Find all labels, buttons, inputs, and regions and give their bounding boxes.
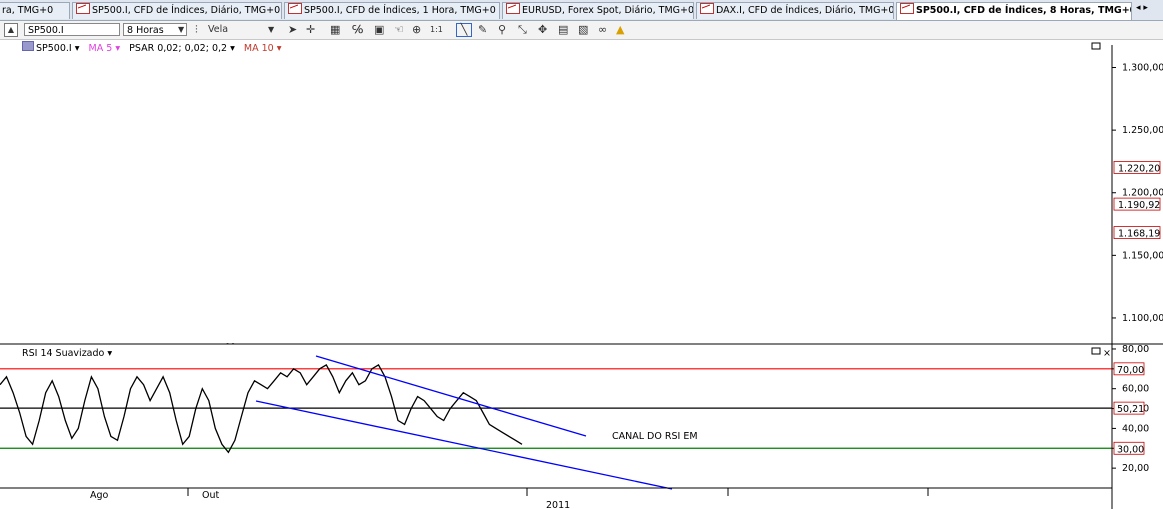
price-tick-label: 1.100,00 — [1122, 313, 1163, 324]
chart-style-label[interactable]: Vela — [208, 23, 228, 37]
tab-0-label: ra, TMG+0 — [2, 5, 54, 16]
cursor-icon[interactable]: ➤ — [288, 23, 297, 37]
rsi-tick-label: 60,00 — [1122, 384, 1149, 395]
ratio-icon[interactable]: 1:1 — [430, 23, 443, 37]
price-tick-label: 1.250,00 — [1122, 125, 1163, 136]
tab-scroll-arrows[interactable]: ◂ ▸ — [1136, 3, 1148, 13]
symbol-value: SP500.I — [28, 25, 64, 36]
window-icon[interactable]: ▣ — [374, 23, 384, 37]
tab-4[interactable]: DAX.I, CFD de Índices, Diário, TMG+0 — [696, 2, 894, 19]
price-tick-label: 1.300,00 — [1122, 63, 1163, 74]
fibonacci-icon[interactable]: ⚲ — [498, 23, 506, 37]
tab-2-label: SP500.I, CFD de Índices, 1 Hora, TMG+0 — [304, 5, 496, 16]
trendline-icon[interactable]: ╲ — [456, 23, 472, 37]
price-level-label: 1.168,19 — [1118, 229, 1160, 240]
rsi-level-label: 50,21 — [1117, 404, 1144, 415]
tab-3-label: EURUSD, Forex Spot, Diário, TMG+0 — [522, 5, 694, 16]
chart-area[interactable]: 1.100,00 1.150,00 1.200,00 1.250,00 1.300,00… — [0, 40, 1163, 509]
rsi-tick-label: 20,00 — [1122, 463, 1149, 474]
rsi-channel-upper — [315, 355, 587, 437]
price-level-label: 1.220,20 — [1118, 163, 1160, 174]
rsi-level-label: 30,00 — [1117, 444, 1144, 455]
rsi-tick-label: 40,00 — [1122, 423, 1149, 434]
chart-icon — [288, 3, 302, 14]
time-label-out: Out — [202, 490, 219, 501]
price-tick-label: 1.150,00 — [1122, 250, 1163, 261]
tab-5[interactable]: SP500.I, CFD de Índices, 8 Horas, TMG+0 … — [896, 2, 1132, 20]
tab-1[interactable]: SP500.I, CFD de Índices, Diário, TMG+0 — [72, 2, 282, 19]
zoom-icon[interactable]: ⊕ — [412, 23, 421, 37]
tab-5-label: SP500.I, CFD de Índices, 8 Horas, TMG+0 — [916, 5, 1132, 16]
tab-2[interactable]: SP500.I, CFD de Índices, 1 Hora, TMG+0 — [284, 2, 500, 19]
chart-icon — [506, 3, 520, 14]
rsi-level-label: 70,00 — [1117, 365, 1144, 376]
time-label-ago: Ago — [90, 490, 109, 501]
chart-icon — [76, 3, 90, 14]
close-pane-icon: × — [1103, 348, 1111, 359]
layers-icon[interactable]: ▧ — [578, 23, 588, 37]
maximize-icon — [1091, 42, 1101, 50]
rsi-pane: 20,0040,0050,0060,0080,0070,0050,2130,00 — [0, 344, 1149, 474]
indicator-icon[interactable]: ℅ — [352, 23, 363, 37]
chart-icon — [900, 3, 914, 14]
price-pane-bg — [0, 55, 1112, 343]
toolbar: ▲ SP500.I 8 Horas ▼ ⫶ Vela ▼ ➤ ✛ ▦ ℅ ▣ ☜… — [0, 21, 1163, 40]
tab-0[interactable]: ra, TMG+0 — [0, 2, 70, 19]
tab-4-label: DAX.I, CFD de Índices, Diário, TMG+0 — [716, 5, 894, 16]
chevron-down-icon[interactable]: ▼ — [268, 23, 274, 37]
timeframe-value: 8 Horas — [127, 25, 164, 36]
annotation-canal-rsi: CANAL DO RSI EM — [612, 431, 698, 442]
maximize-icon — [1091, 347, 1101, 355]
collapse-icon[interactable]: ▲ — [4, 23, 18, 37]
shapes-icon[interactable]: ✥ — [538, 23, 547, 37]
symbol-field[interactable]: SP500.I — [24, 23, 120, 36]
tab-bar: ra, TMG+0 SP500.I, CFD de Índices, Diári… — [0, 0, 1163, 21]
time-label-2011: 2011 — [546, 500, 570, 509]
rsi-channel-lower — [255, 400, 673, 490]
hand-icon[interactable]: ☜ — [394, 23, 404, 37]
grid-icon[interactable]: ▦ — [330, 23, 340, 37]
chevron-down-icon[interactable]: ▼ — [178, 23, 184, 37]
rsi-tick-label: 80,00 — [1122, 344, 1149, 355]
alert-icon[interactable]: ▲ — [616, 23, 624, 37]
tab-1-label: SP500.I, CFD de Índices, Diário, TMG+0 — [92, 5, 281, 16]
crosshair-icon[interactable]: ✛ — [306, 23, 315, 37]
arrow-tool-icon[interactable]: ⤡ — [518, 23, 527, 37]
candlestick-icon[interactable]: ⫶ — [195, 23, 198, 37]
link-icon[interactable]: ∞ — [598, 23, 607, 37]
price-level-label: 1.190,92 — [1118, 200, 1160, 211]
pencil-icon[interactable]: ✎ — [478, 23, 487, 37]
tab-3[interactable]: EURUSD, Forex Spot, Diário, TMG+0 — [502, 2, 694, 19]
save-icon[interactable]: ▤ — [558, 23, 568, 37]
price-tick-label: 1.200,00 — [1122, 188, 1163, 199]
chart-icon — [700, 3, 714, 14]
